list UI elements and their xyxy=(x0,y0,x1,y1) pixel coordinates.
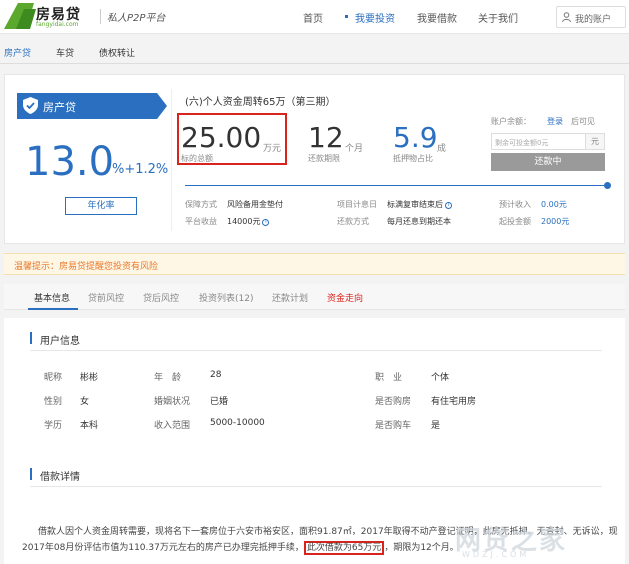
subnav-debt-transfer[interactable]: 债权转让 xyxy=(99,46,135,59)
car-label: 是否购车 xyxy=(375,421,412,431)
education-label: 学历 xyxy=(44,421,63,431)
logo-url: fangyidai.com xyxy=(36,21,79,28)
tab-post-risk[interactable]: 贷后风控 xyxy=(143,291,179,304)
house-value: 有住宅用房 xyxy=(431,397,477,407)
annual-rate: 13.0 xyxy=(25,139,115,185)
interest-date-value: 标满复审结束后 i xyxy=(387,199,452,210)
nickname-label: 昵称 xyxy=(44,373,63,383)
nav-home[interactable]: 首页 xyxy=(303,10,323,25)
account-button[interactable]: 我的账户 xyxy=(556,6,626,28)
user-info-line xyxy=(30,350,602,351)
active-tab-underline xyxy=(28,308,78,310)
loan-detail-title: 借款详情 xyxy=(40,472,80,483)
vertical-separator xyxy=(171,89,172,231)
earning-help-icon[interactable]: i xyxy=(262,219,270,226)
loan-detail-line-2: 2017年08月份评估市值为110.37万元左右的房产已办理完抵押手续， 此次借款… xyxy=(22,541,459,555)
nav-active-dot xyxy=(345,15,348,18)
progress-bar xyxy=(185,185,609,186)
collateral-ratio-label: 抵押物占比 xyxy=(393,154,433,163)
tab-pre-risk[interactable]: 贷前风控 xyxy=(88,291,124,304)
income-value: 5000-10000 xyxy=(210,418,265,428)
nav-about[interactable]: 关于我们 xyxy=(478,10,518,25)
repaying-button[interactable]: 还款中 xyxy=(491,153,605,171)
user-info-title: 用户信息 xyxy=(40,336,80,347)
sub-nav: 房产贷 车贷 债权转让 xyxy=(0,42,629,62)
subnav-divider xyxy=(0,63,629,64)
user-icon xyxy=(562,12,571,22)
product-panel: 房产贷 13.0 %+1.2% 年化率 (六)个人资金周转65万（第三期） 25… xyxy=(4,74,625,244)
income-label: 收入范围 xyxy=(154,421,191,431)
marital-label: 婚姻状况 xyxy=(154,397,191,407)
user-info-bar xyxy=(30,332,32,344)
guarantee-value: 风险备用金垫付 xyxy=(227,200,283,209)
expected-label: 预计收入 xyxy=(499,200,531,209)
min-invest-label: 起投金额 xyxy=(499,217,531,226)
loan-amount-highlight: 此次借款为65万元 xyxy=(303,541,385,555)
watermark-url: WDZJ.COM xyxy=(462,550,530,559)
annual-rate-suffix: %+1.2% xyxy=(112,162,169,177)
repay-value: 每月还息到期还本 xyxy=(387,217,451,226)
guarantee-label: 保障方式 xyxy=(185,200,217,209)
risk-notice: 温馨提示：房易贷提醒您投资有风险 xyxy=(4,253,625,275)
after-login-text: 后可见 xyxy=(571,117,595,126)
account-label: 我的账户 xyxy=(575,15,612,25)
detail-tabs: 基本信息 贷前风控 贷后风控 投资列表(12) 还款计划 资金走向 xyxy=(4,284,625,310)
earning-value: 14000元 i xyxy=(227,216,270,227)
education-value: 本科 xyxy=(80,421,99,431)
subnav-house-loan[interactable]: 房产贷 xyxy=(4,46,31,59)
loan-amount-unit: 万元 xyxy=(263,144,282,154)
loan-detail-line xyxy=(30,486,602,487)
age-label: 年 龄 xyxy=(154,373,182,383)
product-badge xyxy=(17,93,157,119)
tab-repay-plan[interactable]: 还款计划 xyxy=(272,291,308,304)
subnav-car-loan[interactable]: 车贷 xyxy=(56,46,74,59)
collateral-ratio: 5.9 xyxy=(393,121,438,154)
gender-value: 女 xyxy=(80,397,90,407)
expected-value: 0.00元 xyxy=(541,200,567,209)
loan-amount: 25.00 xyxy=(181,121,262,154)
login-link[interactable]: 登录 xyxy=(547,116,563,127)
tab-basic-info[interactable]: 基本信息 xyxy=(34,291,70,304)
product-title: (六)个人资金周转65万（第三期） xyxy=(185,97,336,108)
earning-label: 平台收益 xyxy=(185,217,217,226)
repay-label: 还款方式 xyxy=(337,217,369,226)
shield-check-icon xyxy=(23,97,38,114)
house-label: 是否购房 xyxy=(375,397,412,407)
interest-help-icon[interactable]: i xyxy=(445,202,452,209)
marital-value: 已婚 xyxy=(210,397,229,407)
collateral-ratio-unit: 成 xyxy=(437,144,447,154)
job-label: 职 业 xyxy=(375,373,403,383)
invest-amount-input[interactable]: 剩余可投金额0元 xyxy=(491,133,586,150)
badge-ear xyxy=(157,93,167,119)
gender-label: 性别 xyxy=(44,397,63,407)
loan-term-unit: 个月 xyxy=(345,144,364,154)
top-bar: 房易贷 fangyidai.com 私人P2P平台 首页 我要投资 我要借款 关… xyxy=(0,0,629,34)
balance-label: 账户余额： xyxy=(491,117,531,126)
interest-date-label: 项目计息日 xyxy=(337,200,377,209)
job-value: 个体 xyxy=(431,373,450,383)
min-invest-value: 2000元 xyxy=(541,217,570,226)
annual-rate-button[interactable]: 年化率 xyxy=(65,197,137,215)
loan-detail-bar xyxy=(30,468,32,480)
nav-invest[interactable]: 我要投资 xyxy=(355,10,395,25)
progress-dot xyxy=(604,182,611,189)
nickname-value: 彬彬 xyxy=(80,373,99,383)
car-value: 是 xyxy=(431,421,441,431)
loan-term-label: 还款期限 xyxy=(308,154,340,163)
tab-fund-flow[interactable]: 资金走向 xyxy=(327,291,363,304)
loan-term: 12 xyxy=(308,121,344,154)
invest-amount-unit: 元 xyxy=(586,133,605,150)
badge-label: 房产贷 xyxy=(43,101,76,114)
tab-invest-list[interactable]: 投资列表(12) xyxy=(199,291,253,304)
nav-borrow[interactable]: 我要借款 xyxy=(417,10,457,25)
loan-amount-label: 标的总额 xyxy=(181,154,213,163)
age-value: 28 xyxy=(210,370,222,380)
slogan: 私人P2P平台 xyxy=(100,9,165,24)
